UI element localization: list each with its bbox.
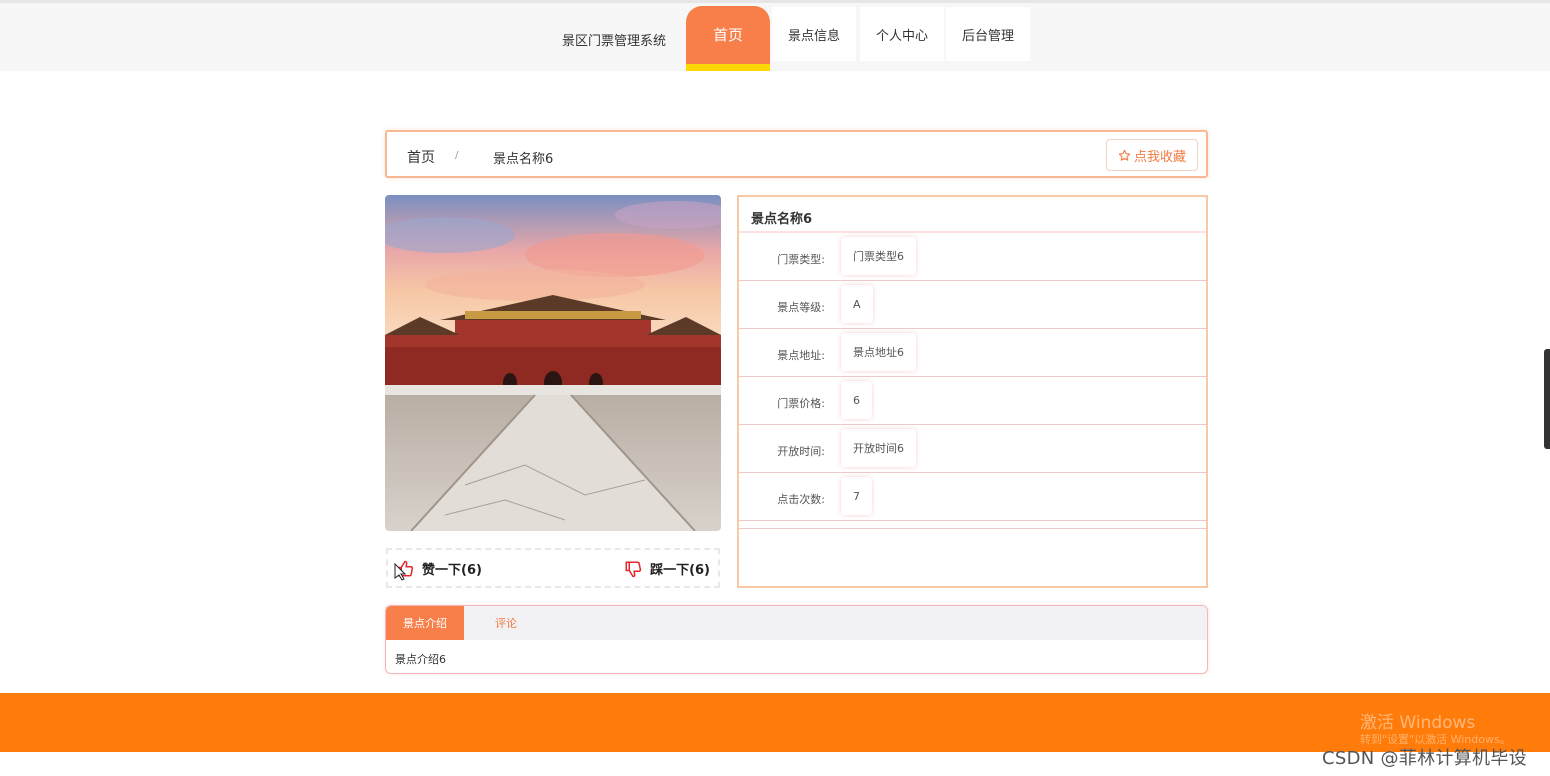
info-label: 开放时间: [777,445,825,458]
like-button[interactable]: 赞一下(6) [396,559,482,578]
info-row-level: 景点等级: A [739,281,1206,329]
info-label: 点击次数: [777,493,825,506]
nav-item-profile[interactable]: 个人中心 [860,7,944,61]
detail-tabs: 景点介绍 评论 景点介绍6 [385,605,1208,674]
favorite-button[interactable]: 点我收藏 [1106,139,1198,171]
dislike-button[interactable]: 踩一下(6) [624,559,710,578]
breadcrumb-separator: / [455,150,459,161]
tab-content: 景点介绍6 [395,653,446,666]
top-navbar: 景区门票管理系统 首页 景点信息 个人中心 后台管理 [0,3,1550,71]
info-value: 景点地址6 [841,333,916,371]
nav-active-indicator [686,64,770,71]
breadcrumb-current: 景点名称6 [493,152,554,167]
attraction-photo [385,195,721,531]
info-divider [739,528,1206,529]
nav-item-admin[interactable]: 后台管理 [946,7,1030,61]
site-brand: 景区门票管理系统 [562,34,667,49]
nav-item-attractions[interactable]: 景点信息 [772,7,856,61]
info-label: 门票类型: [777,253,825,266]
dislike-label: 踩一下(6) [650,563,710,578]
info-row-open-time: 开放时间: 开放时间6 [739,425,1206,473]
info-value: 6 [841,381,872,419]
info-value: 7 [841,477,872,515]
info-value: 开放时间6 [841,429,916,467]
attraction-info-panel: 景点名称6 门票类型: 门票类型6 景点等级: A 景点地址: 景点地址6 门票… [737,195,1208,588]
tabs-header: 景点介绍 评论 [386,606,1207,640]
like-label: 赞一下(6) [422,563,482,578]
windows-activation-watermark: 激活 Windows [1360,713,1476,733]
info-label: 景点地址: [777,349,825,362]
info-title: 景点名称6 [751,212,813,227]
nav-item-home[interactable]: 首页 [686,6,770,64]
tab-introduction[interactable]: 景点介绍 [386,606,464,640]
csdn-watermark: CSDN @菲林计算机毕设 [1322,748,1527,769]
info-label: 门票价格: [777,397,825,410]
info-value: A [841,285,873,323]
breadcrumb-home[interactable]: 首页 [407,147,435,167]
info-value: 门票类型6 [841,237,916,275]
info-row-price: 门票价格: 6 [739,377,1206,425]
thumbs-down-icon [625,561,642,577]
vote-bar: 赞一下(6) 踩一下(6) [386,548,720,588]
star-icon [1118,149,1131,161]
side-scroll-handle[interactable] [1544,349,1550,449]
tab-comments[interactable]: 评论 [464,606,548,640]
footer [0,693,1550,752]
breadcrumb: 首页 / 景点名称6 点我收藏 [385,130,1208,178]
info-row-ticket-type: 门票类型: 门票类型6 [739,233,1206,281]
mouse-cursor-icon [394,563,406,581]
favorite-label: 点我收藏 [1133,149,1186,165]
info-row-address: 景点地址: 景点地址6 [739,329,1206,377]
info-label: 景点等级: [777,301,825,314]
info-row-click-count: 点击次数: 7 [739,473,1206,521]
